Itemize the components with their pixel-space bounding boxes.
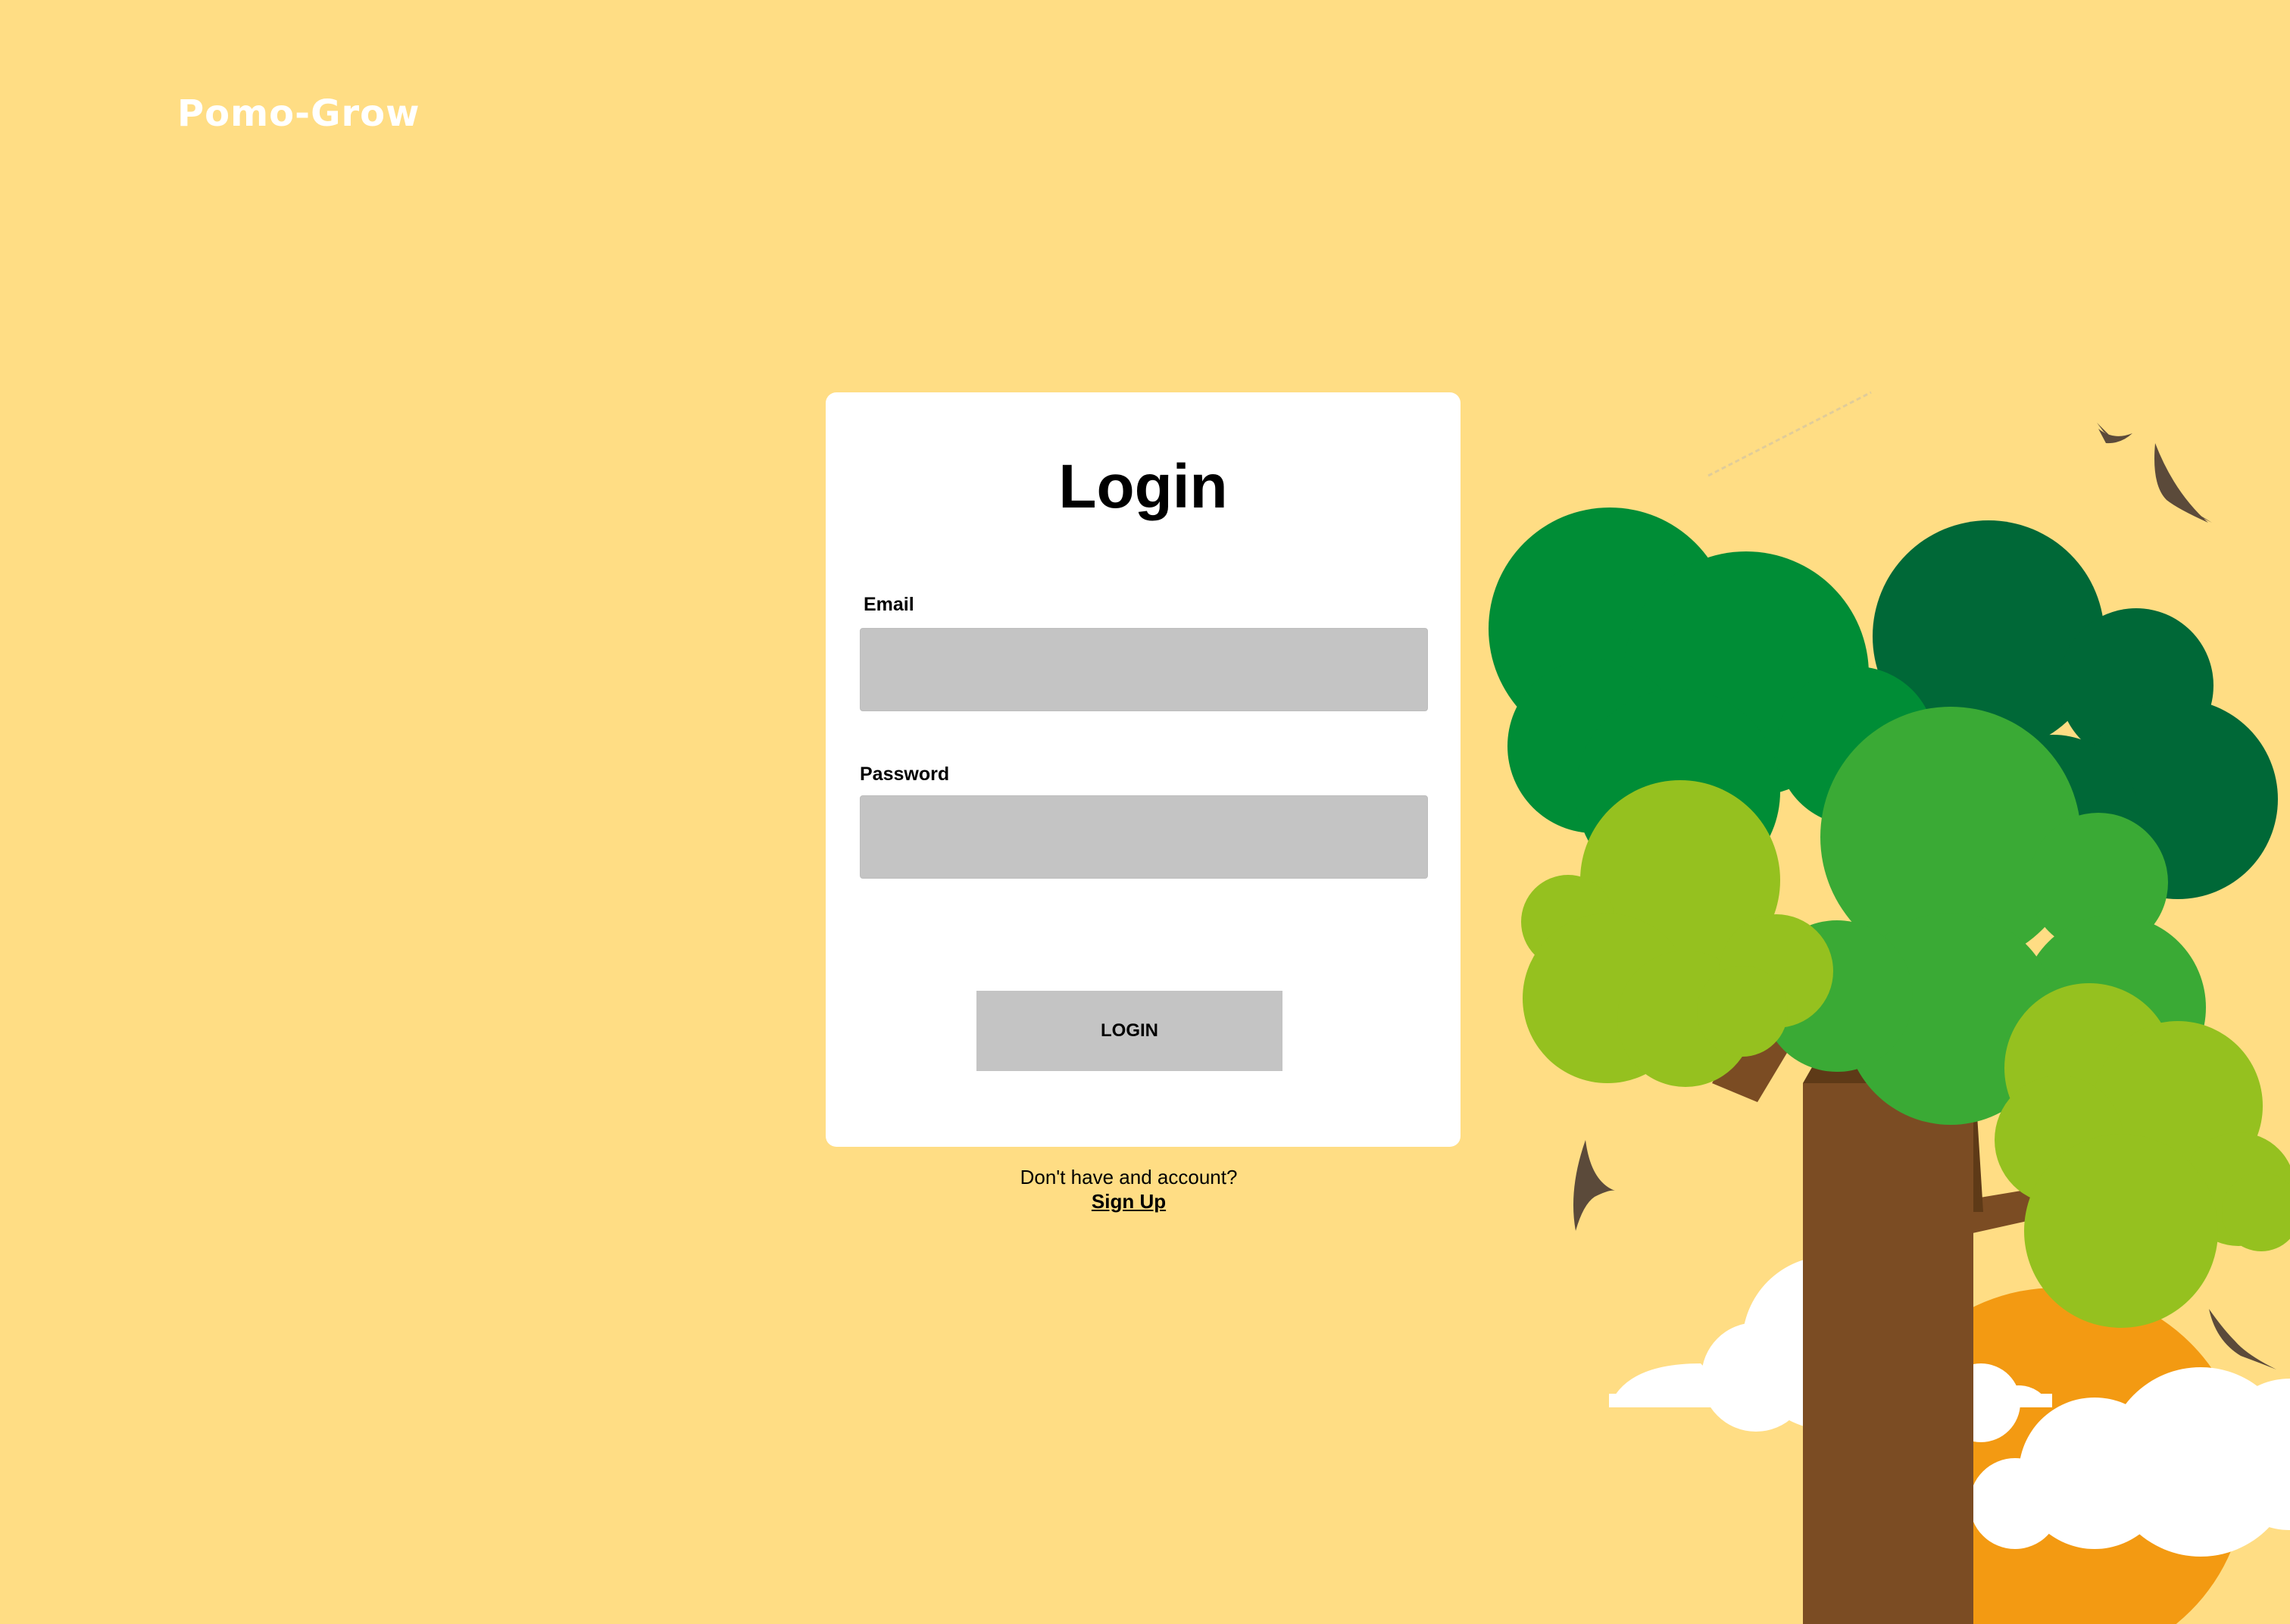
bird-icon (2154, 443, 2212, 523)
signup-prompt-area: Don't have and account? Sign Up (977, 1165, 1280, 1213)
email-field[interactable] (860, 628, 1428, 711)
login-card: Login Email Password LOGIN (826, 392, 1461, 1147)
signup-prompt: Don't have and account? (1020, 1166, 1238, 1188)
bird-icon (1573, 1140, 1615, 1231)
login-title: Login (1058, 452, 1228, 521)
email-label: Email (864, 594, 914, 615)
bird-icon (2209, 1309, 2276, 1369)
login-button[interactable]: LOGIN (976, 991, 1282, 1071)
sign-up-link[interactable]: Sign Up (977, 1189, 1280, 1213)
password-label: Password (860, 764, 950, 785)
bird-icon (2097, 423, 2132, 444)
password-field[interactable] (860, 795, 1428, 879)
